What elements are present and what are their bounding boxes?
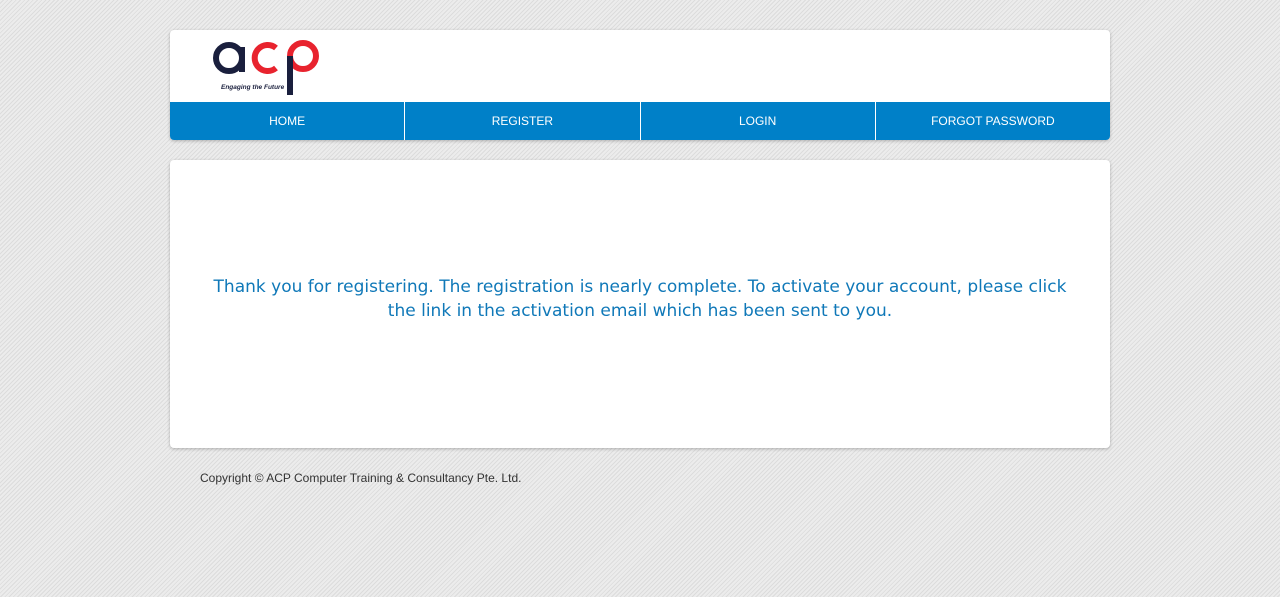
content-panel: Thank you for registering. The registrat… — [170, 160, 1110, 448]
acp-logo[interactable]: Engaging the Future — [213, 35, 325, 97]
main-nav: HOME REGISTER LOGIN FORGOT PASSWORD — [170, 102, 1110, 140]
registration-message: Thank you for registering. The registrat… — [213, 277, 1067, 321]
nav-forgot-password[interactable]: FORGOT PASSWORD — [876, 102, 1110, 140]
nav-home[interactable]: HOME — [170, 102, 406, 140]
header: Engaging the Future HOME REGISTER LOGIN … — [170, 30, 1110, 140]
nav-register[interactable]: REGISTER — [405, 102, 641, 140]
svg-text:Engaging the Future: Engaging the Future — [221, 84, 285, 91]
nav-login[interactable]: LOGIN — [641, 102, 876, 140]
footer-copyright: Copyright © ACP Computer Training & Cons… — [200, 471, 522, 485]
